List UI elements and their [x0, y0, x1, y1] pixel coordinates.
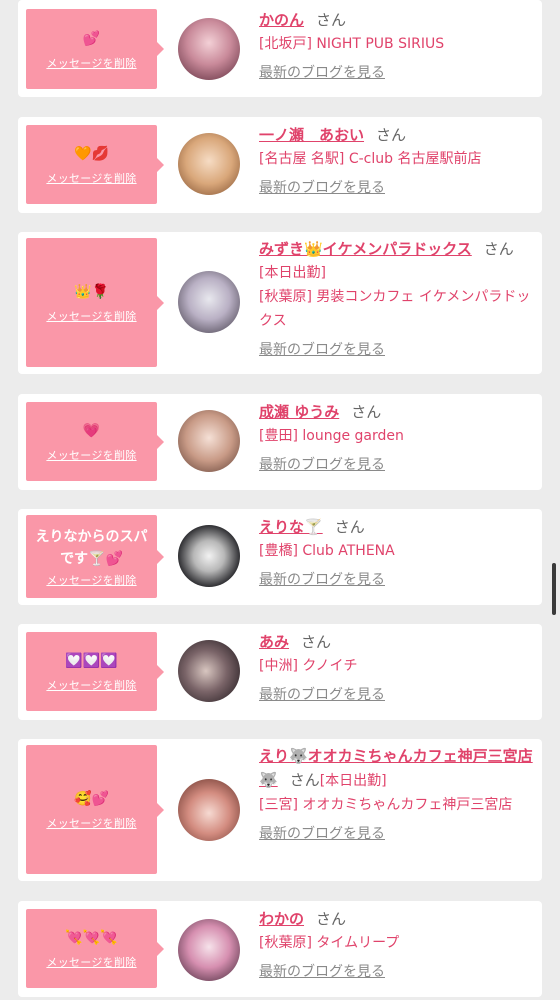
delete-message-link[interactable]: メッセージを削除 [46, 308, 136, 324]
message-bubble: 💘💘💘 メッセージを削除 [26, 909, 164, 988]
message-bubble: 👑🌹 メッセージを削除 [26, 238, 164, 367]
latest-blog-link[interactable]: 最新のブログを見る [259, 961, 385, 983]
shop-text: [北坂戸] NIGHT PUB SIRIUS [259, 36, 445, 52]
message-text: 💗 [82, 423, 101, 439]
cast-info: えりな🍸 さん [豊橋] Club ATHENA 最新のブログを見る [259, 515, 536, 591]
shop-text: [豊田] lounge garden [259, 428, 404, 444]
avatar[interactable] [178, 640, 240, 702]
honorific: さん [301, 633, 332, 651]
cast-name-link[interactable]: わかの [259, 910, 304, 928]
message-card: 💕 メッセージを削除 かのん さん [北坂戸] NIGHT PUB SIRIUS … [18, 0, 542, 97]
message-text: 💘💘💘 [65, 930, 118, 946]
latest-blog-link[interactable]: 最新のブログを見る [259, 339, 385, 361]
delete-message-link[interactable]: メッセージを削除 [46, 170, 136, 186]
avatar[interactable] [178, 18, 240, 80]
latest-blog-link[interactable]: 最新のブログを見る [259, 177, 385, 199]
cast-name-link[interactable]: みずき👑イケメンパラドックス [259, 240, 472, 258]
shop-text: [三宮] オオカミちゃんカフェ神戸三宮店 [259, 797, 513, 813]
delete-message-link[interactable]: メッセージを削除 [46, 572, 136, 588]
cast-name-link[interactable]: 一ノ瀬 あおい [259, 126, 364, 144]
cast-info: かのん さん [北坂戸] NIGHT PUB SIRIUS 最新のブログを見る [259, 8, 536, 84]
message-bubble: 🧡💋 メッセージを削除 [26, 125, 164, 204]
latest-blog-link[interactable]: 最新のブログを見る [259, 454, 385, 476]
message-bubble: 💗 メッセージを削除 [26, 402, 164, 481]
message-text: 🥰💕 [74, 791, 109, 807]
cast-info: みずき👑イケメンパラドックス さん [本日出勤] [秋葉原] 男装コンカフェ イケ… [259, 237, 536, 361]
latest-blog-link[interactable]: 最新のブログを見る [259, 684, 385, 706]
cast-info: 成瀬 ゆうみ さん [豊田] lounge garden 最新のブログを見る [259, 400, 536, 476]
status-text: [本日出勤] [319, 773, 387, 789]
honorific: さん [483, 240, 514, 258]
cast-name-link[interactable]: かのん [259, 11, 304, 29]
message-card: えりなからのスパです🍸💕 メッセージを削除 えりな🍸 さん [豊橋] Club A… [18, 509, 542, 605]
avatar[interactable] [178, 779, 240, 841]
cast-name-link[interactable]: えりな🍸 [259, 518, 323, 536]
cast-name-link[interactable]: 成瀬 ゆうみ [259, 403, 339, 421]
message-text: 💕 [82, 30, 101, 47]
message-card: 💗 メッセージを削除 成瀬 ゆうみ さん [豊田] lounge garden 最… [18, 394, 542, 490]
cast-info: えり🐺オオカミちゃんカフェ神戸三宮店🐺 さん[本日出勤] [三宮] オオカミちゃん… [259, 744, 536, 845]
honorific: さん [351, 403, 382, 421]
honorific: さん [316, 910, 347, 928]
cast-name-link[interactable]: あみ [259, 633, 289, 651]
message-text: 👑🌹 [74, 284, 109, 300]
shop-text: [秋葉原] タイムリープ [259, 935, 400, 951]
avatar[interactable] [178, 525, 240, 587]
honorific: さん [316, 11, 347, 29]
message-card: 🧡💋 メッセージを削除 一ノ瀬 あおい さん [名古屋 名駅] C-club 名古… [18, 117, 542, 213]
message-text: 💟💟💟 [65, 653, 118, 669]
avatar[interactable] [178, 133, 240, 195]
avatar[interactable] [178, 271, 240, 333]
delete-message-link[interactable]: メッセージを削除 [46, 55, 136, 71]
shop-text: [名古屋 名駅] C-club 名古屋駅前店 [259, 151, 482, 167]
message-card: 💘💘💘 メッセージを削除 わかの さん [秋葉原] タイムリープ 最新のブログを見… [18, 901, 542, 997]
message-card: 💟💟💟 メッセージを削除 あみ さん [中洲] クノイチ 最新のブログを見る [18, 624, 542, 720]
delete-message-link[interactable]: メッセージを削除 [46, 815, 136, 831]
message-text: えりなからのスパです🍸💕 [35, 528, 148, 567]
message-bubble: 💕 メッセージを削除 [26, 9, 164, 89]
cast-info: あみ さん [中洲] クノイチ 最新のブログを見る [259, 630, 536, 706]
message-card: 🥰💕 メッセージを削除 えり🐺オオカミちゃんカフェ神戸三宮店🐺 さん[本日出勤] … [18, 739, 542, 881]
avatar[interactable] [178, 410, 240, 472]
honorific: さん [376, 126, 407, 144]
latest-blog-link[interactable]: 最新のブログを見る [259, 62, 385, 84]
message-bubble: 🥰💕 メッセージを削除 [26, 745, 164, 874]
scrollbar-thumb[interactable] [552, 563, 556, 615]
shop-text: [秋葉原] 男装コンカフェ イケメンパラドックス [259, 289, 531, 329]
latest-blog-link[interactable]: 最新のブログを見る [259, 823, 385, 845]
latest-blog-link[interactable]: 最新のブログを見る [259, 569, 385, 591]
cast-info: 一ノ瀬 あおい さん [名古屋 名駅] C-club 名古屋駅前店 最新のブログを… [259, 123, 536, 199]
message-bubble: えりなからのスパです🍸💕 メッセージを削除 [26, 515, 164, 598]
message-card: 👑🌹 メッセージを削除 みずき👑イケメンパラドックス さん [本日出勤] [秋葉原… [18, 232, 542, 374]
avatar[interactable] [178, 919, 240, 981]
honorific: さん [289, 771, 320, 789]
message-text: 🧡💋 [74, 146, 109, 162]
shop-text: [中洲] クノイチ [259, 658, 358, 674]
honorific: さん [334, 518, 365, 536]
shop-text: [豊橋] Club ATHENA [259, 543, 395, 559]
delete-message-link[interactable]: メッセージを削除 [46, 447, 136, 463]
cast-info: わかの さん [秋葉原] タイムリープ 最新のブログを見る [259, 907, 536, 983]
status-text: [本日出勤] [259, 265, 326, 281]
message-bubble: 💟💟💟 メッセージを削除 [26, 632, 164, 711]
delete-message-link[interactable]: メッセージを削除 [46, 677, 136, 693]
delete-message-link[interactable]: メッセージを削除 [46, 954, 136, 970]
